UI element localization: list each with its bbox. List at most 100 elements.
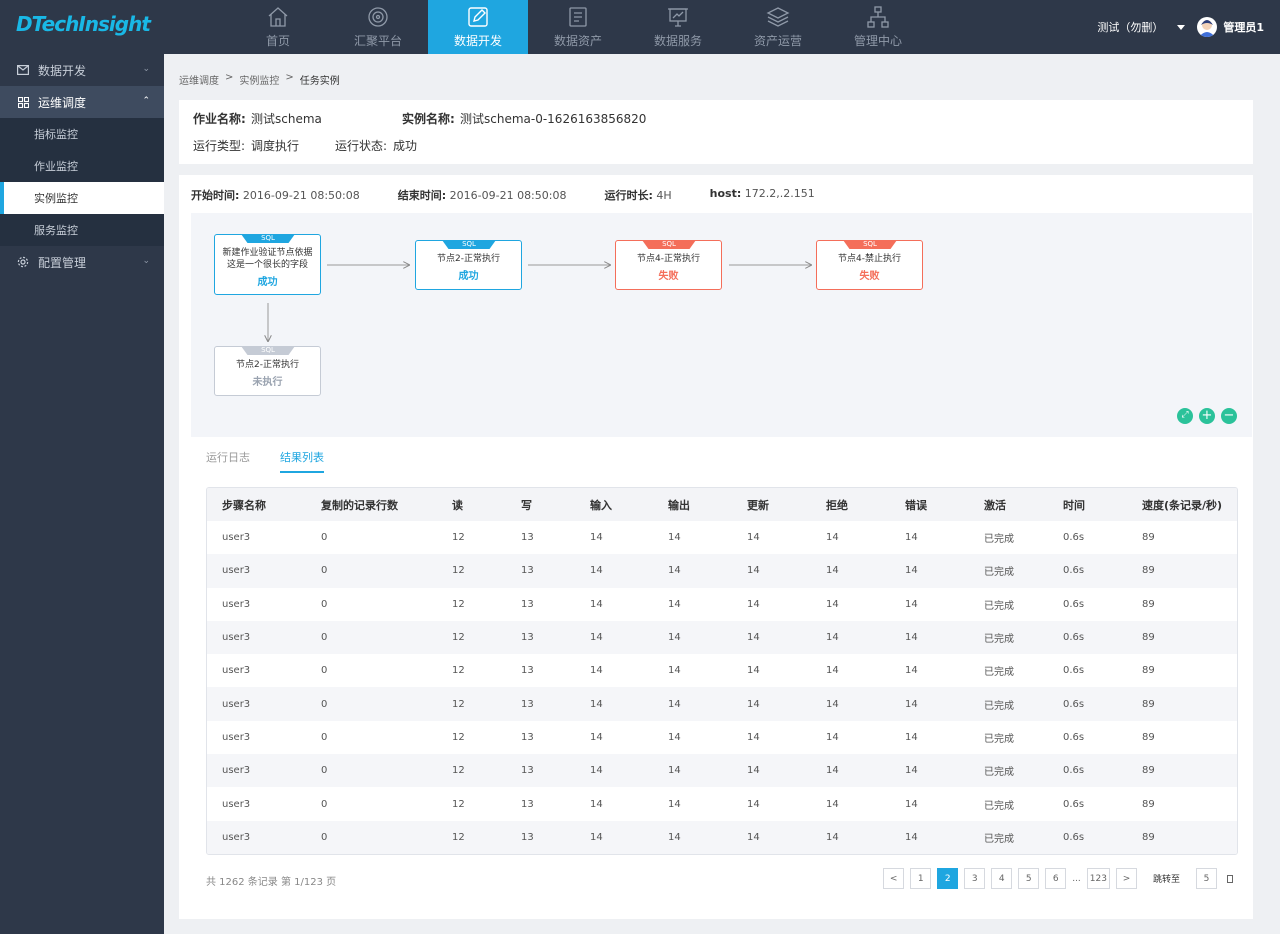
node-status: 失败	[658, 271, 679, 282]
user-area: 测试（勿删） 管理员1	[1097, 0, 1264, 54]
table-row: user3 0 12 13 14 14 14 14 14 已完成 0.6s 89	[207, 654, 1237, 687]
edit-icon	[468, 7, 488, 27]
fullscreen-icon[interactable]: ⤢	[1177, 408, 1193, 424]
chevron-up-icon: ⌃	[142, 96, 150, 106]
nav-data-asset[interactable]: 数据资产	[528, 0, 628, 54]
table-row: user3 0 12 13 14 14 14 14 14 已完成 0.6s 89	[207, 787, 1237, 820]
nav-data-dev-label: 数据开发	[453, 34, 502, 48]
table-cell: 14	[905, 665, 918, 677]
table-cell: 14	[890, 620, 969, 655]
table-cell: user3	[207, 554, 306, 588]
avatar[interactable]	[1197, 17, 1218, 37]
dag-node-4[interactable]: SQL 节点4-禁止执行 失败	[816, 240, 923, 290]
total-records: 共 1262 条记录 第 1/123 页	[206, 877, 337, 888]
sidebar-item-job-monitor[interactable]: 作业监控	[0, 150, 164, 182]
dag-node-1[interactable]: SQL 新建作业验证节点依据 这是一个很长的字段 成功	[214, 234, 321, 295]
nav-aggregation[interactable]: 汇聚平台	[328, 0, 428, 54]
dag-node-2[interactable]: SQL 节点2-正常执行 成功	[415, 240, 522, 290]
nav-home[interactable]: 首页	[228, 0, 328, 54]
table-cell: 14	[575, 820, 653, 854]
table-cell: user3	[207, 687, 306, 721]
nav-asset-ops-label: 资产运营	[753, 34, 802, 48]
sidebar-group-ops[interactable]: 运维调度 ⌃	[0, 86, 164, 118]
dag-node-5[interactable]: SQL 节点2-正常执行 未执行	[214, 346, 321, 396]
table-cell: 0	[306, 754, 437, 788]
nav-asset-ops[interactable]: 资产运营	[728, 0, 828, 54]
page-button[interactable]: 6	[1045, 868, 1067, 889]
page-button[interactable]: 1	[910, 868, 932, 889]
sql-tag: SQL	[642, 240, 696, 249]
node-status: 成功	[458, 271, 479, 282]
zoom-out-icon[interactable]: −	[1221, 408, 1237, 424]
instance-detail-panel: 开始时间: 2016-09-21 08:50:08 结束时间: 2016-09-…	[179, 175, 1253, 919]
node-status: 失败	[859, 271, 880, 282]
node-status: 未执行	[252, 377, 283, 388]
table-cell: 13	[521, 665, 534, 677]
sidebar-group-config[interactable]: 配置管理 ⌄	[0, 246, 164, 278]
table-cell: 0.6s	[1048, 820, 1127, 854]
aggregation-icon	[368, 7, 388, 27]
sidebar-group-data-dev[interactable]: 数据开发 ⌄	[0, 54, 164, 86]
chevron-down-icon[interactable]	[1177, 24, 1186, 30]
end-time-label: 结束时间:	[397, 189, 447, 202]
jump-confirm-icon[interactable]	[1227, 874, 1233, 883]
node-title: 节点2-正常执行	[236, 360, 299, 370]
table-cell: 14	[811, 554, 890, 588]
table-cell: 14	[732, 620, 811, 655]
app-logo[interactable]: DTechInsight	[16, 12, 151, 36]
zoom-in-icon[interactable]: +	[1199, 408, 1215, 424]
table-cell: 14	[732, 820, 811, 854]
table-cell: user3	[207, 820, 306, 854]
table-cell: 14	[747, 665, 760, 677]
table-cell: 0.6s	[1048, 554, 1127, 588]
table-cell: 14	[890, 554, 969, 588]
table-cell: 14	[826, 798, 839, 810]
last-page-button[interactable]: 123	[1086, 868, 1110, 889]
dag-node-3[interactable]: SQL 节点4-正常执行 失败	[615, 240, 722, 290]
table-cell: 0	[306, 687, 437, 721]
org-icon	[867, 6, 889, 28]
table-row: user3 0 12 13 14 14 14 14 14 已完成 0.6s 89	[207, 554, 1237, 588]
table-cell: 89	[1142, 598, 1155, 610]
page-button-active[interactable]: 2	[937, 868, 959, 889]
breadcrumb: 运维调度 > 实例监控 > 任务实例	[179, 72, 340, 87]
sidebar-item-instance-monitor[interactable]: 实例监控	[0, 182, 164, 214]
prev-page-button[interactable]: <	[883, 868, 905, 889]
tab-run-log[interactable]: 运行日志	[206, 449, 250, 473]
table-cell: 14	[811, 620, 890, 655]
sidebar-item-metric-monitor[interactable]: 指标监控	[0, 118, 164, 150]
tab-result-list[interactable]: 结果列表	[280, 449, 324, 473]
table-cell: 14	[590, 598, 603, 610]
user-name[interactable]: 管理员1	[1223, 19, 1264, 35]
table-cell: user3	[222, 798, 251, 810]
table-cell: 14	[826, 598, 839, 610]
sidebar-item-service-monitor[interactable]: 服务监控	[0, 214, 164, 246]
service-icon	[668, 8, 688, 27]
next-page-button[interactable]: >	[1115, 868, 1137, 889]
column-header: 读	[437, 488, 506, 521]
sidebar-group-label: 运维调度	[38, 95, 87, 110]
tenant-name[interactable]: 测试（勿删）	[1097, 19, 1163, 35]
nav-data-dev[interactable]: 数据开发	[428, 0, 528, 54]
page-button[interactable]: 4	[991, 868, 1013, 889]
page-button[interactable]: 5	[1018, 868, 1040, 889]
main-nav: 首页 汇聚平台 数据开发 数据资产 数据服务 资产运营 管理中心	[228, 0, 928, 54]
table-cell: 已完成	[984, 600, 1014, 612]
table-row: user3 0 12 13 14 14 14 14 14 已完成 0.6s 89	[207, 754, 1237, 788]
dag-canvas[interactable]: SQL 新建作业验证节点依据 这是一个很长的字段 成功 SQL 节点2-正常执行 …	[191, 213, 1252, 437]
page-button[interactable]: 3	[964, 868, 986, 889]
nav-management[interactable]: 管理中心	[828, 0, 928, 54]
table-cell: 14	[668, 665, 681, 677]
breadcrumb-instance-monitor[interactable]: 实例监控	[239, 72, 279, 87]
table-cell: 14	[653, 620, 732, 655]
start-time-value: 2016-09-21 08:50:08	[242, 189, 360, 202]
breadcrumb-ops[interactable]: 运维调度	[179, 72, 219, 87]
table-cell: 14	[732, 687, 811, 721]
start-time-label: 开始时间:	[191, 189, 240, 202]
table-row: user3 0 12 13 14 14 14 14 14 已完成 0.6s 89	[207, 687, 1237, 721]
table-cell: 14	[668, 598, 681, 610]
table-cell: 已完成	[969, 820, 1048, 854]
table-cell: user3	[222, 731, 251, 743]
jump-page-input[interactable]: 5	[1196, 868, 1217, 889]
nav-data-service[interactable]: 数据服务	[628, 0, 728, 54]
